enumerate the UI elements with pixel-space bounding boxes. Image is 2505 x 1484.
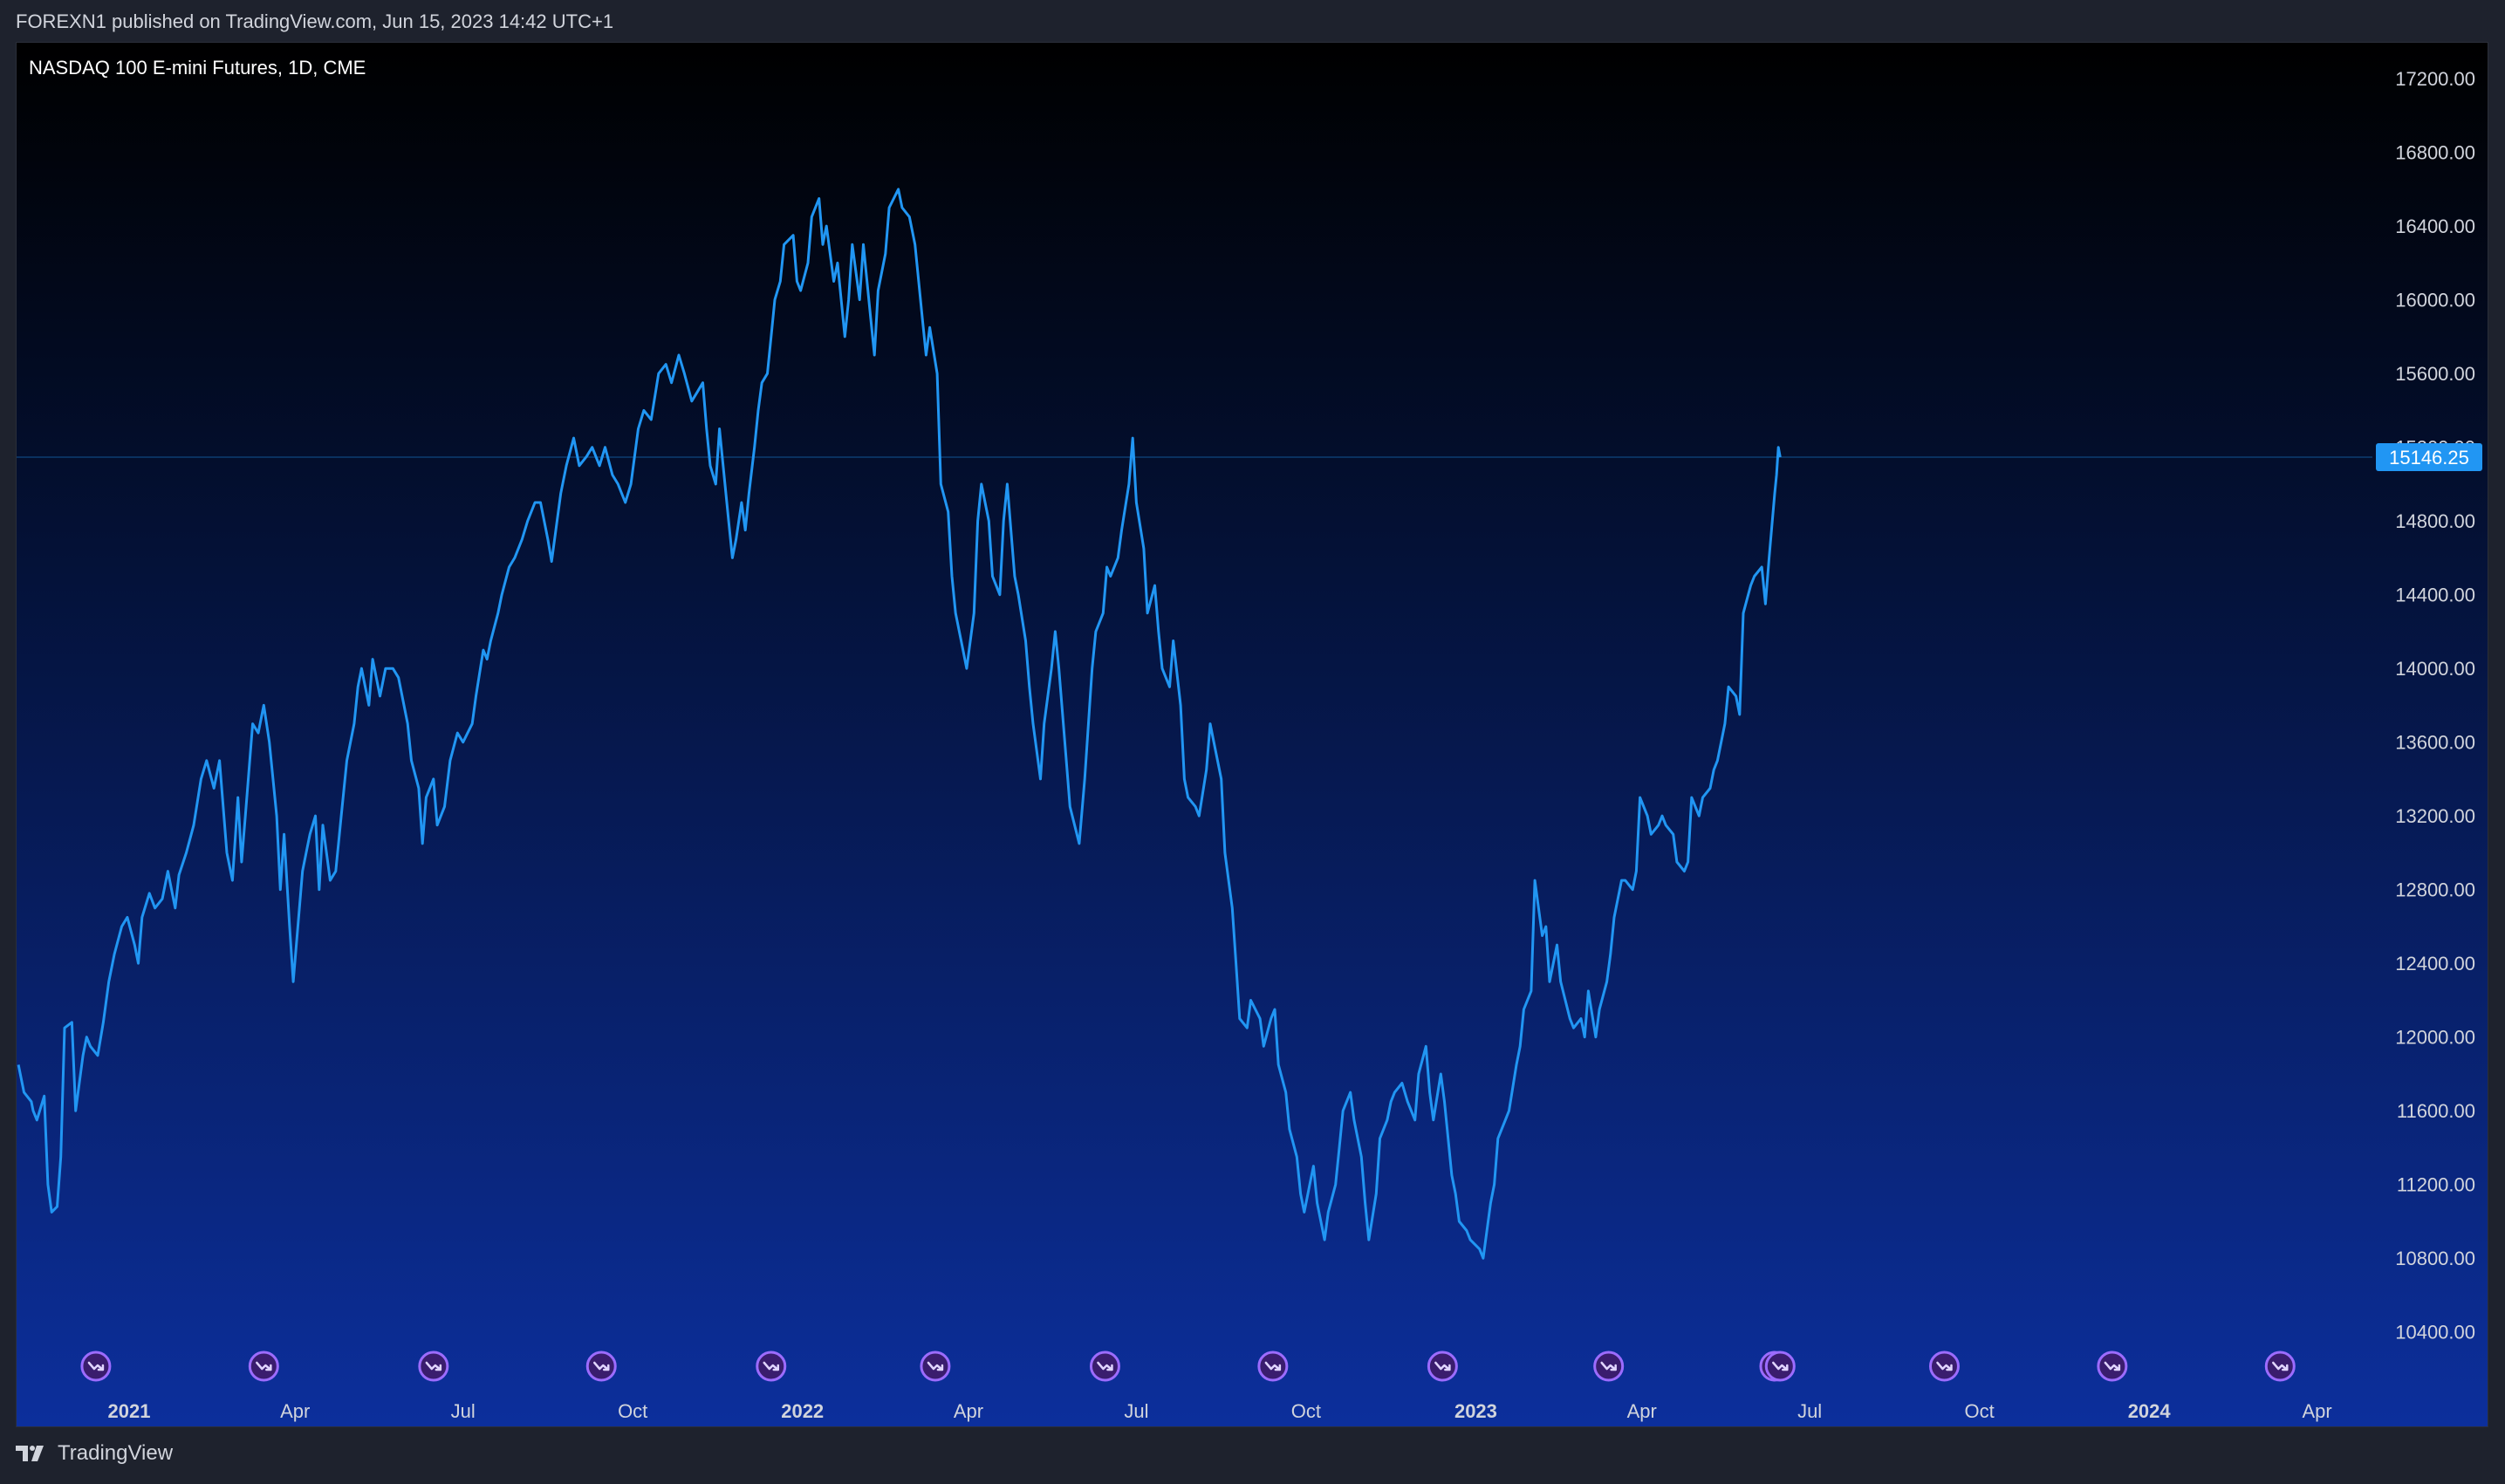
last-price-tag: 15146.25 <box>2376 443 2482 472</box>
economic-event-icon[interactable] <box>418 1351 449 1382</box>
x-tick-label: Oct <box>618 1400 647 1422</box>
economic-event-icon[interactable] <box>80 1351 112 1382</box>
footer-brand[interactable]: TradingView <box>58 1441 173 1466</box>
economic-event-icon[interactable] <box>1089 1351 1120 1382</box>
x-tick-label: 2023 <box>1454 1400 1497 1422</box>
economic-event-icon[interactable] <box>2264 1351 2296 1382</box>
x-tick-label: Apr <box>954 1400 983 1422</box>
x-tick-label: Oct <box>1965 1400 1995 1422</box>
y-tick-label: 10800.00 <box>2395 1248 2475 1269</box>
chart-canvas[interactable]: 2021 Apr Jul Oct 2022 Apr Jul Oct 2023 Apr Jul Oct 2… <box>17 43 2488 1426</box>
y-tick-label: 12800.00 <box>2395 879 2475 901</box>
y-tick-label: 14800.00 <box>2395 510 2475 532</box>
y-tick-label: 10400.00 <box>2395 1322 2475 1344</box>
y-tick-label: 17200.00 <box>2395 68 2475 90</box>
y-tick-label: 15600.00 <box>2395 363 2475 385</box>
y-tick-label: 14000.00 <box>2395 658 2475 680</box>
y-tick-label: 14400.00 <box>2395 585 2475 606</box>
chart-background <box>17 43 2488 1426</box>
footer: TradingView <box>16 1441 173 1466</box>
last-price-tag-text: 15146.25 <box>2389 447 2469 468</box>
y-tick-label: 16000.00 <box>2395 290 2475 311</box>
x-tick-label: Apr <box>2302 1400 2331 1422</box>
x-tick-label: 2024 <box>2128 1400 2172 1422</box>
symbol-title[interactable]: NASDAQ 100 E-mini Futures, 1D, CME <box>29 57 366 79</box>
economic-event-icon[interactable] <box>2097 1351 2128 1382</box>
x-tick-label: Apr <box>1627 1400 1657 1422</box>
publish-header: FOREXN1 published on TradingView.com, Ju… <box>16 10 614 32</box>
tradingview-logo-icon[interactable] <box>16 1444 51 1463</box>
y-tick-label: 11600.00 <box>2397 1100 2475 1122</box>
economic-event-icon[interactable] <box>1764 1351 1796 1382</box>
economic-event-icon[interactable] <box>1427 1351 1458 1382</box>
economic-event-icon[interactable] <box>920 1351 951 1382</box>
chart-area[interactable]: 2021 Apr Jul Oct 2022 Apr Jul Oct 2023 Apr Jul Oct 2… <box>16 42 2488 1427</box>
y-tick-label: 16800.00 <box>2395 142 2475 164</box>
x-tick-label: 2022 <box>781 1400 824 1422</box>
x-tick-label: Jul <box>1124 1400 1148 1422</box>
economic-event-icon[interactable] <box>1593 1351 1625 1382</box>
economic-event-icon[interactable] <box>1928 1351 1960 1382</box>
economic-event-icon[interactable] <box>1257 1351 1289 1382</box>
economic-event-icon[interactable] <box>248 1351 279 1382</box>
y-tick-label: 16400.00 <box>2395 215 2475 237</box>
x-tick-label: Jul <box>451 1400 476 1422</box>
x-tick-label: 2021 <box>107 1400 150 1422</box>
y-tick-label: 12000.00 <box>2395 1027 2475 1049</box>
economic-event-icon[interactable] <box>756 1351 787 1382</box>
x-tick-label: Apr <box>280 1400 310 1422</box>
y-tick-label: 13200.00 <box>2395 805 2475 827</box>
y-tick-label: 12400.00 <box>2395 953 2475 975</box>
y-tick-label: 13600.00 <box>2395 732 2475 754</box>
x-tick-label: Jul <box>1797 1400 1822 1422</box>
x-tick-label: Oct <box>1291 1400 1321 1422</box>
y-tick-label: 11200.00 <box>2397 1174 2475 1196</box>
economic-event-icon[interactable] <box>585 1351 617 1382</box>
